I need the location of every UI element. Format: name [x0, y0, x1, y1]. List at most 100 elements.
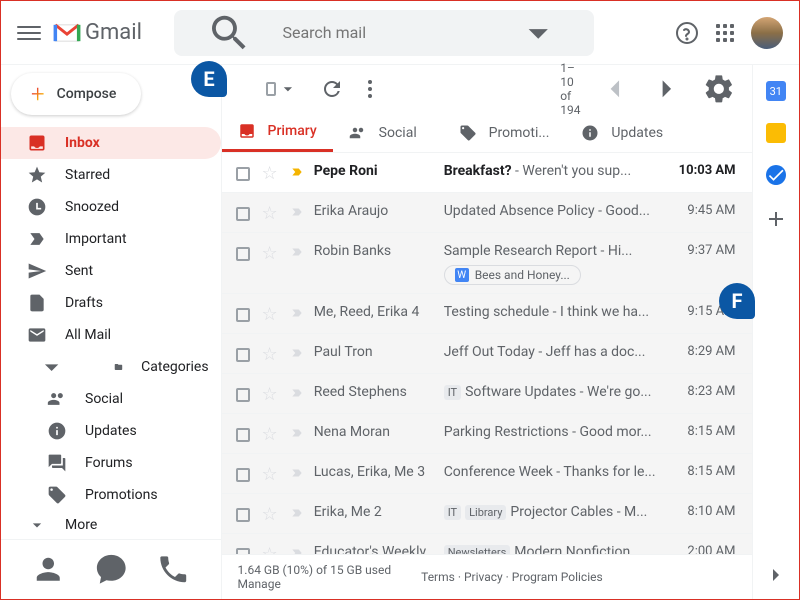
privacy-link[interactable]: Privacy [464, 570, 503, 584]
apps-icon[interactable] [713, 21, 737, 45]
tab-social[interactable]: Social [333, 113, 443, 152]
search-bar[interactable] [174, 10, 594, 56]
row-checkbox[interactable] [236, 308, 250, 322]
nav-starred[interactable]: Starred [1, 159, 221, 191]
nav-snoozed[interactable]: Snoozed [1, 191, 221, 223]
subnav-promotions[interactable]: Promotions [1, 479, 221, 511]
chevron-right-icon[interactable] [764, 563, 788, 587]
snippet: - Good mor... [569, 424, 652, 440]
callout-f: F [719, 283, 755, 319]
important-icon[interactable] [290, 426, 304, 444]
tab-promoti[interactable]: Promoti... [443, 113, 566, 152]
email-row[interactable]: ☆Paul TronJeff Out Today - Jeff has a do… [222, 334, 752, 374]
add-icon[interactable] [764, 207, 788, 231]
email-row[interactable]: ☆Erika, Me 2ITLibraryProjector Cables - … [222, 494, 752, 534]
policies-link[interactable]: Program Policies [512, 570, 603, 584]
menu-icon[interactable] [17, 21, 41, 45]
star-icon[interactable]: ☆ [262, 203, 278, 224]
star-icon[interactable]: ☆ [262, 304, 278, 325]
person-icon[interactable] [31, 552, 66, 587]
email-row[interactable]: ☆Reed StephensITSoftware Updates - We're… [222, 374, 752, 414]
time: 10:03 AM [666, 161, 736, 178]
star-icon[interactable]: ☆ [262, 344, 278, 365]
important-icon[interactable] [290, 466, 304, 484]
star-icon[interactable]: ☆ [262, 384, 278, 405]
help-icon[interactable] [675, 21, 699, 45]
row-checkbox[interactable] [236, 428, 250, 442]
tasks-icon[interactable] [766, 165, 786, 185]
email-row[interactable]: ☆Nena MoranParking Restrictions - Good m… [222, 414, 752, 454]
nav-drafts[interactable]: Drafts [1, 287, 221, 319]
calendar-icon[interactable]: 31 [766, 81, 786, 101]
email-row[interactable]: ☆Robin BanksSample Research Report - Hi.… [222, 233, 752, 294]
snippet: - Jeff has a doc... [538, 344, 645, 360]
subnav-updates[interactable]: Updates [1, 415, 221, 447]
star-icon[interactable]: ☆ [262, 424, 278, 445]
manage-link[interactable]: Manage [238, 577, 281, 591]
star-icon[interactable]: ☆ [262, 163, 278, 184]
more-button[interactable] [358, 77, 382, 101]
info-icon [47, 421, 67, 441]
email-row[interactable]: ☆Lucas, Erika, Me 3Conference Week - Tha… [222, 454, 752, 494]
important-icon[interactable] [290, 205, 304, 223]
tab-primary[interactable]: Primary [222, 113, 333, 152]
nav-label: Social [85, 391, 123, 407]
dropdown-icon[interactable] [497, 10, 580, 56]
pagination-text: 1–10 of 194 [560, 61, 580, 117]
snippet: - M... [613, 504, 647, 520]
email-row[interactable]: ☆Erika AraujoUpdated Absence Policy - Go… [222, 193, 752, 233]
important-icon[interactable] [290, 386, 304, 404]
star-icon[interactable]: ☆ [262, 243, 278, 264]
next-page-icon[interactable] [650, 72, 684, 106]
row-checkbox[interactable] [236, 508, 250, 522]
row-checkbox[interactable] [236, 207, 250, 221]
star-icon[interactable]: ☆ [262, 504, 278, 525]
nav-inbox[interactable]: Inbox [1, 127, 221, 159]
nav-label: Forums [85, 455, 133, 471]
snippet: - Good... [595, 203, 650, 219]
compose-button[interactable]: + Compose [11, 73, 141, 115]
nav-important[interactable]: Important [1, 223, 221, 255]
important-icon[interactable] [290, 165, 304, 183]
refresh-button[interactable] [320, 77, 344, 101]
email-row[interactable]: ☆Educator's WeeklyNewslettersModern Nonf… [222, 534, 752, 554]
attachment-chip[interactable]: WBees and Honey... [444, 265, 581, 285]
important-icon[interactable] [290, 306, 304, 324]
star-icon[interactable]: ☆ [262, 464, 278, 485]
nav-categories[interactable]: Categories [1, 351, 221, 383]
subnav-forums[interactable]: Forums [1, 447, 221, 479]
important-icon[interactable] [290, 546, 304, 555]
row-checkbox[interactable] [236, 348, 250, 362]
prev-page-icon[interactable] [598, 72, 632, 106]
row-checkbox[interactable] [236, 468, 250, 482]
right-panel: 31 [752, 65, 799, 599]
nav-sent[interactable]: Sent [1, 255, 221, 287]
tab-updates[interactable]: Updates [565, 113, 679, 152]
sender: Educator's Weekly [314, 542, 434, 554]
avatar[interactable] [751, 17, 783, 49]
row-checkbox[interactable] [236, 167, 250, 181]
important-icon[interactable] [290, 506, 304, 524]
hangouts-icon[interactable] [94, 552, 129, 587]
phone-icon[interactable] [156, 552, 191, 587]
subnav-social[interactable]: Social [1, 383, 221, 415]
star-icon[interactable]: ☆ [262, 544, 278, 554]
brand-text: Gmail [85, 20, 142, 45]
terms-link[interactable]: Terms [421, 570, 455, 584]
select-all[interactable] [266, 79, 298, 99]
settings-icon[interactable] [702, 72, 736, 106]
header: Gmail [1, 1, 799, 65]
keep-icon[interactable] [766, 123, 786, 143]
email-row[interactable]: ☆Pepe RoniBreakfast? - Weren't you sup..… [222, 153, 752, 193]
search-input[interactable] [282, 23, 485, 42]
sender: Paul Tron [314, 342, 434, 360]
row-checkbox[interactable] [236, 388, 250, 402]
important-icon[interactable] [290, 245, 304, 263]
logo[interactable]: Gmail [53, 20, 142, 45]
row-checkbox[interactable] [236, 247, 250, 261]
compose-label: Compose [57, 86, 117, 102]
nav-all-mail[interactable]: All Mail [1, 319, 221, 351]
nav-more[interactable]: More [1, 511, 221, 539]
email-row[interactable]: ☆Me, Reed, Erika 4Testing schedule - I t… [222, 294, 752, 334]
important-icon[interactable] [290, 346, 304, 364]
